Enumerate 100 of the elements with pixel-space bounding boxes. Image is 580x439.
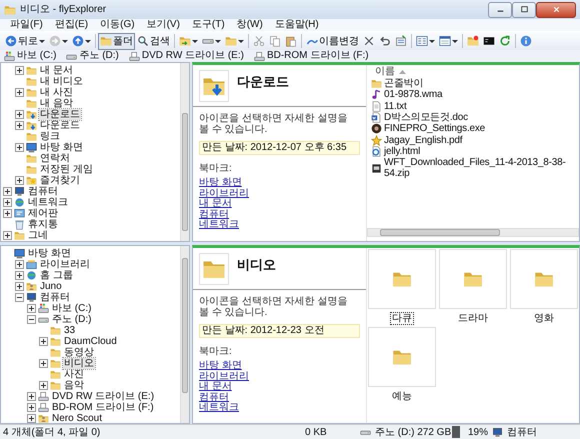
file-item[interactable]: 11.txt (367, 100, 579, 112)
folder-icon (26, 131, 37, 142)
console-icon (483, 35, 495, 47)
file-item[interactable]: Jagay_English.pdf (367, 134, 579, 146)
bookmark-link[interactable]: 내 문서 (199, 199, 232, 210)
file-item[interactable]: 01-9878.wma (367, 89, 579, 101)
tree-item[interactable]: 링크 (39, 131, 61, 142)
toolbar-button[interactable]: 이름변경 (304, 32, 361, 50)
tree-item[interactable]: 다운로드 (39, 109, 81, 120)
menu-item[interactable]: 편집(E) (54, 19, 88, 31)
tree-item[interactable]: 내 사진 (39, 87, 74, 98)
drive-link[interactable]: BD-ROM 드라이브 (F:) (254, 50, 369, 62)
folder-title: 다운로드 (237, 74, 289, 90)
file-item[interactable]: WFT_Downloaded_Files_11-4-2013_8-38-54.zip (367, 157, 579, 180)
computer-icon (14, 186, 25, 197)
tree-item[interactable]: 컴퓨터 (39, 292, 71, 303)
horizontal-scrollbar[interactable] (367, 228, 579, 237)
bookmark-link[interactable]: 내 문서 (199, 382, 232, 393)
bookmark-link[interactable]: 네트워크 (199, 403, 239, 414)
tree-item[interactable]: 연락처 (39, 153, 71, 164)
optical-drive-icon (38, 391, 49, 402)
tree-item[interactable]: 홈 그룹 (39, 270, 74, 281)
file-item[interactable]: 곤줄박이 (367, 78, 579, 90)
tree-item[interactable]: Juno (39, 281, 63, 292)
tree-item[interactable]: 동영상 (63, 347, 95, 358)
tree-item[interactable]: 휴지통 (27, 219, 59, 230)
folder-label[interactable]: 드라마 (456, 312, 490, 325)
menu-item[interactable]: 도구(T) (192, 19, 225, 31)
column-header[interactable]: 이름 (375, 66, 395, 77)
tree-item[interactable]: 비디오 (63, 358, 95, 369)
bookmark-link[interactable]: 바탕 화면 (199, 361, 242, 372)
tree-item[interactable]: 바탕 화면 (27, 248, 72, 259)
tree-item[interactable]: DaumCloud (63, 336, 118, 347)
toolbar-button[interactable]: 뒤로 (3, 32, 47, 50)
tree-item[interactable]: 다운로드 (39, 120, 81, 131)
folder-tile[interactable] (510, 249, 578, 309)
tree-item[interactable]: 저장된 게임 (39, 164, 94, 175)
tree-item[interactable]: 컴퓨터 (27, 186, 59, 197)
tree-item[interactable]: 음악 (63, 380, 85, 391)
toolbar-button[interactable]: 폴더 (98, 32, 135, 50)
folder-label[interactable]: 예능 (390, 390, 414, 403)
folder-icon (26, 164, 37, 175)
tree-item[interactable]: 제어판 (27, 208, 59, 219)
drive-link[interactable]: 주노 (D:) (66, 50, 119, 62)
tree-item[interactable]: 내 음악 (39, 98, 74, 109)
status-location: 컴퓨터 (507, 426, 537, 438)
menu-item[interactable]: 파일(F) (10, 19, 43, 31)
drive-link[interactable]: 바보 (C:) (4, 50, 56, 62)
folder-icon (26, 98, 37, 109)
menu-item[interactable]: 이동(G) (100, 19, 135, 31)
file-item[interactable]: jelly.html (367, 146, 579, 158)
tree-item[interactable]: 내 비디오 (39, 76, 84, 87)
tree-item[interactable]: 바보 (C:) (51, 303, 92, 314)
clipboard-icon (285, 35, 297, 47)
file-item[interactable]: D박스의모든것.doc (367, 112, 579, 124)
maximize-button[interactable] (512, 2, 536, 18)
drive-link[interactable]: DVD RW 드라이브 (E:) (128, 50, 244, 62)
vertical-scrollbar[interactable] (180, 246, 189, 423)
tree-item[interactable]: 사진 (63, 369, 85, 380)
folder-icon (26, 76, 37, 87)
folder-tile[interactable] (368, 249, 436, 309)
bookmark-link[interactable]: 바탕 화면 (199, 178, 242, 189)
file-item[interactable]: FINEPRO_Settings.exe (367, 123, 579, 134)
bookmark-link[interactable]: 라이브러리 (199, 372, 249, 382)
tree-item[interactable]: 33 (63, 325, 76, 336)
folder-title: 비디오 (237, 257, 276, 273)
tree-item[interactable]: 라이브러리 (39, 259, 91, 270)
menu-item[interactable]: 창(W) (236, 19, 263, 31)
system-drive-icon (4, 50, 15, 62)
bookmark-link[interactable]: 컴퓨터 (199, 392, 229, 404)
tree-item[interactable]: 내 문서 (39, 65, 74, 76)
tree-item[interactable]: 주노 (D:) (51, 314, 92, 325)
left-arrow-icon (5, 35, 17, 47)
close-button[interactable] (536, 2, 576, 18)
menu-item[interactable]: 보기(V) (146, 19, 180, 31)
folder-tile[interactable] (439, 249, 507, 309)
tree-item[interactable]: BD-ROM 드라이브 (F:) (51, 402, 155, 413)
folder-tile[interactable] (368, 327, 436, 387)
toolbar-button[interactable]: 검색 (135, 32, 172, 50)
bookmark-link[interactable]: 컴퓨터 (199, 210, 229, 220)
menu-item[interactable]: 도움말(H) (274, 19, 319, 31)
folder-icon (50, 336, 61, 347)
folder-icon (50, 325, 61, 336)
folder-label[interactable]: 다큐 (390, 312, 414, 325)
vertical-scrollbar[interactable] (180, 63, 189, 241)
tree-item[interactable]: Nero Scout (51, 413, 104, 423)
tree-item[interactable]: DVD RW 드라이브 (E:) (51, 391, 156, 402)
tree-item[interactable]: 바탕 화면 (39, 142, 84, 153)
tree-item[interactable]: 그네 (27, 230, 49, 241)
document-icon (371, 112, 382, 124)
tree-item[interactable]: 즐겨찾기 (39, 175, 81, 186)
network-icon (26, 270, 37, 281)
control-panel-icon (14, 208, 25, 219)
bookmark-link[interactable]: 네트워크 (199, 220, 239, 231)
bookmark-link[interactable]: 라이브러리 (199, 188, 249, 200)
maximize-icon (520, 5, 528, 14)
tree-item[interactable]: 네트워크 (27, 197, 69, 208)
text-file-icon (371, 100, 382, 112)
network-icon (14, 197, 25, 208)
folder-label[interactable]: 영화 (532, 312, 556, 325)
